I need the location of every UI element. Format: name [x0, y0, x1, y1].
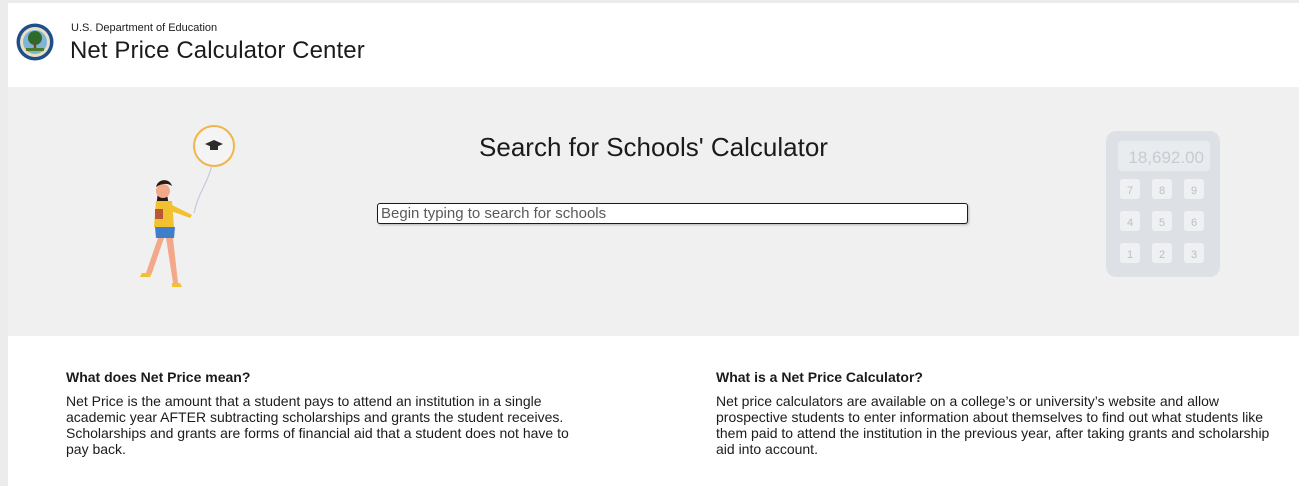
net-price-calculator-heading: What is a Net Price Calculator?	[716, 369, 923, 385]
school-search-input[interactable]	[377, 203, 968, 224]
page: U.S. Department of Education Net Price C…	[8, 3, 1299, 486]
calculator-key-label: 9	[1191, 185, 1197, 197]
calculator-key-label: 2	[1159, 249, 1165, 261]
calculator-key-label: 5	[1159, 217, 1165, 229]
net-price-calculator-text: Net price calculators are available on a…	[716, 393, 1270, 457]
net-price-meaning-section: What does Net Price mean? Net Price is t…	[66, 369, 586, 457]
net-price-calculator-section: What is a Net Price Calculator? Net pric…	[716, 369, 1291, 457]
search-hero: Search for Schools' Calculator 18,692.00…	[8, 87, 1299, 336]
calculator-key-label: 4	[1127, 217, 1133, 229]
calculator-key-label: 7	[1127, 185, 1133, 197]
net-price-meaning-heading: What does Net Price mean?	[66, 369, 251, 385]
calculator-display-text: 18,692.00	[1128, 148, 1204, 167]
calculator-key-label: 8	[1159, 185, 1165, 197]
department-seal-logo[interactable]	[16, 23, 54, 61]
site-title[interactable]: Net Price Calculator Center	[70, 37, 365, 65]
agency-name: U.S. Department of Education	[71, 22, 218, 34]
calculator-key-label: 6	[1191, 217, 1197, 229]
calculator-illustration: 18,692.00 7 8 9 4 5 6 1 2 3	[1106, 131, 1220, 277]
calculator-key-label: 3	[1191, 249, 1197, 261]
site-header: U.S. Department of Education Net Price C…	[8, 3, 1299, 87]
calculator-key-label: 1	[1127, 249, 1133, 261]
net-price-meaning-text: Net Price is the amount that a student p…	[66, 393, 569, 457]
